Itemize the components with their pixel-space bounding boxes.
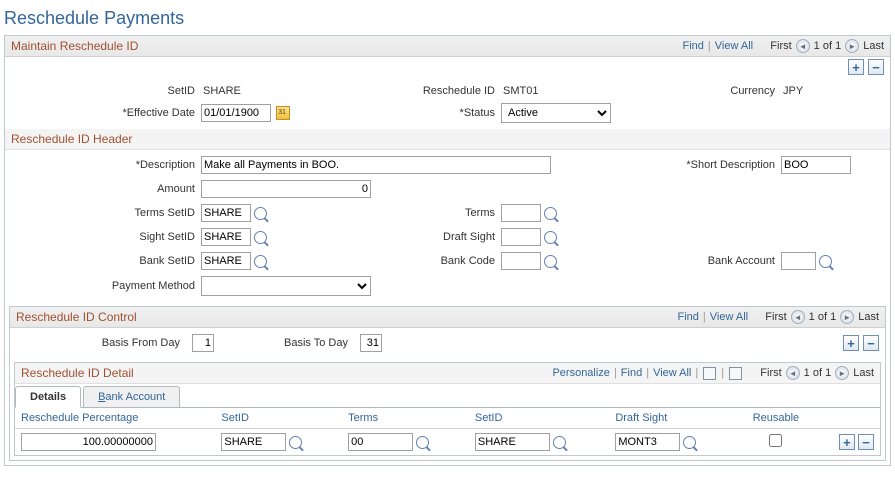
- zoom-icon[interactable]: [703, 367, 716, 380]
- calendar-icon[interactable]: [276, 106, 290, 120]
- amount-input[interactable]: [201, 180, 371, 198]
- next-icon[interactable]: ►: [840, 310, 854, 324]
- bank-code-label: Bank Code: [381, 255, 501, 267]
- basis-to-input[interactable]: [360, 334, 382, 352]
- detail-title: Reschedule ID Detail: [21, 366, 134, 380]
- lookup-icon[interactable]: [683, 436, 696, 449]
- payment-method-label: Payment Method: [11, 280, 201, 292]
- status-select[interactable]: Active: [501, 103, 611, 123]
- next-icon[interactable]: ►: [835, 366, 849, 380]
- effective-date-label: Effective Date: [11, 107, 201, 119]
- maintain-title: Maintain Reschedule ID: [11, 39, 138, 53]
- terms-setid-input[interactable]: [201, 204, 251, 222]
- maintain-toolbar: Find | View All First ◄ 1 of 1 ► Last: [683, 39, 884, 53]
- tab-bank-account[interactable]: Bank Account: [83, 386, 180, 407]
- description-label: Description: [11, 159, 201, 171]
- bank-setid-label: Bank SetID: [11, 255, 201, 267]
- reschedule-id-label: Reschedule ID: [381, 85, 501, 97]
- draft-sight-label: Draft Sight: [381, 231, 501, 243]
- lookup-icon[interactable]: [254, 207, 267, 220]
- terms-label: Terms: [381, 207, 501, 219]
- detail-grid: Reschedule Percentage SetID Terms SetID …: [15, 408, 880, 455]
- currency-label: Currency: [641, 85, 781, 97]
- add-row-icon[interactable]: +: [843, 335, 859, 351]
- bank-setid-input[interactable]: [201, 252, 251, 270]
- lookup-icon[interactable]: [254, 231, 267, 244]
- find-link[interactable]: Find: [683, 40, 704, 52]
- description-input[interactable]: [201, 156, 551, 174]
- col-draft-sight[interactable]: Draft Sight: [609, 408, 736, 429]
- next-icon[interactable]: ►: [845, 39, 859, 53]
- draft-sight-input[interactable]: [615, 433, 680, 451]
- prev-icon[interactable]: ◄: [796, 39, 810, 53]
- add-row-icon[interactable]: +: [839, 434, 855, 450]
- record-counter: 1 of 1: [814, 40, 842, 52]
- delete-row-icon[interactable]: −: [863, 335, 879, 351]
- sight-setid-label: Sight SetID: [11, 231, 201, 243]
- effective-date-input[interactable]: [201, 104, 271, 122]
- control-toolbar: Find | View All First ◄ 1 of 1 ► Last: [678, 310, 879, 324]
- delete-row-icon[interactable]: −: [858, 434, 874, 450]
- prev-icon[interactable]: ◄: [791, 310, 805, 324]
- lookup-icon[interactable]: [553, 436, 566, 449]
- col-reusable[interactable]: Reusable: [736, 408, 816, 429]
- header-title: Reschedule ID Header: [5, 129, 890, 150]
- control-title: Reschedule ID Control: [16, 310, 137, 324]
- setid1-input[interactable]: [221, 433, 286, 451]
- col-pct[interactable]: Reschedule Percentage: [15, 408, 215, 429]
- bank-account-input[interactable]: [781, 252, 816, 270]
- col-terms[interactable]: Terms: [342, 408, 469, 429]
- basis-from-input[interactable]: [192, 334, 214, 352]
- reusable-checkbox[interactable]: [769, 434, 782, 447]
- short-desc-label: Short Description: [641, 159, 781, 171]
- find-link[interactable]: Find: [621, 367, 642, 379]
- basis-to-label: Basis To Day: [234, 337, 354, 349]
- lookup-icon[interactable]: [416, 436, 429, 449]
- delete-row-icon[interactable]: −: [868, 59, 884, 75]
- terms-setid-label: Terms SetID: [11, 207, 201, 219]
- view-all-link[interactable]: View All: [715, 40, 753, 52]
- add-row-icon[interactable]: +: [848, 59, 864, 75]
- record-counter: 1 of 1: [809, 311, 837, 323]
- basis-from-label: Basis From Day: [16, 337, 186, 349]
- terms-input[interactable]: [501, 204, 541, 222]
- setid-label: SetID: [11, 85, 201, 97]
- bank-code-input[interactable]: [501, 252, 541, 270]
- currency-value: JPY: [781, 85, 884, 97]
- lookup-icon[interactable]: [544, 231, 557, 244]
- pct-input[interactable]: [21, 433, 156, 451]
- setid-value: SHARE: [201, 85, 381, 97]
- table-row: + −: [15, 429, 880, 456]
- view-all-link[interactable]: View All: [710, 311, 748, 323]
- bank-account-label: Bank Account: [641, 255, 781, 267]
- lookup-icon[interactable]: [544, 255, 557, 268]
- lookup-icon[interactable]: [254, 255, 267, 268]
- lookup-icon[interactable]: [544, 207, 557, 220]
- reschedule-id-value: SMT01: [501, 85, 641, 97]
- terms-input[interactable]: [348, 433, 413, 451]
- amount-label: Amount: [11, 183, 201, 195]
- tab-details[interactable]: Details: [15, 386, 81, 408]
- col-setid1[interactable]: SetID: [215, 408, 342, 429]
- personalize-link[interactable]: Personalize: [552, 367, 609, 379]
- first-label: First: [770, 40, 791, 52]
- prev-icon[interactable]: ◄: [786, 366, 800, 380]
- short-desc-input[interactable]: [781, 156, 851, 174]
- find-link[interactable]: Find: [678, 311, 699, 323]
- maintain-section: Maintain Reschedule ID Find | View All F…: [4, 35, 891, 466]
- lookup-icon[interactable]: [289, 436, 302, 449]
- view-all-link[interactable]: View All: [653, 367, 691, 379]
- page-title: Reschedule Payments: [4, 4, 891, 33]
- payment-method-select[interactable]: [201, 276, 371, 296]
- sight-setid-input[interactable]: [201, 228, 251, 246]
- status-label: Status: [381, 107, 501, 119]
- col-setid2[interactable]: SetID: [469, 408, 609, 429]
- last-label: Last: [863, 40, 884, 52]
- draft-sight-input[interactable]: [501, 228, 541, 246]
- grid-icon[interactable]: [729, 367, 742, 380]
- setid2-input[interactable]: [475, 433, 550, 451]
- lookup-icon[interactable]: [819, 255, 832, 268]
- record-counter: 1 of 1: [804, 367, 832, 379]
